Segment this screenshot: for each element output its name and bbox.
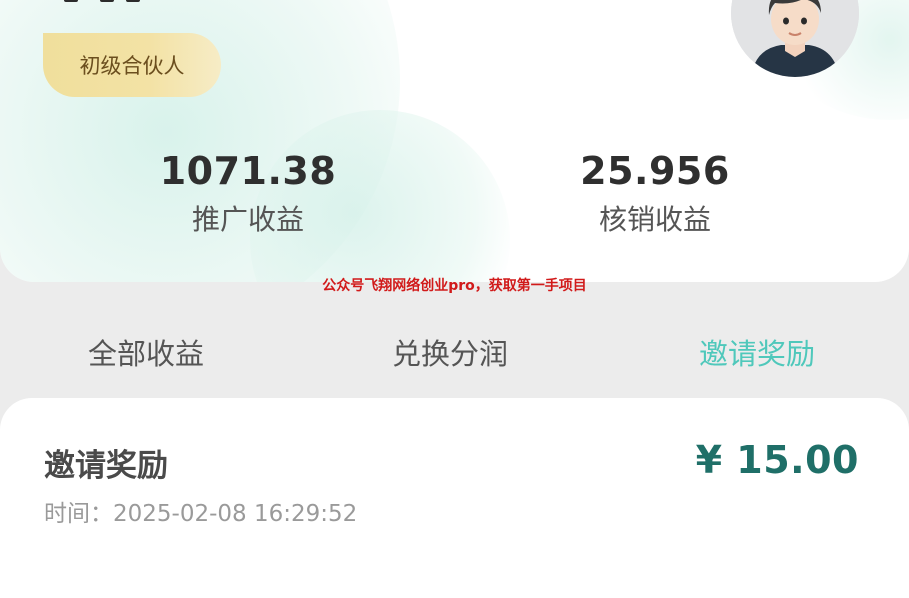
user-name-clipped <box>56 0 226 4</box>
earnings-tabs: 全部收益 兑换分润 邀请奖励 <box>0 325 909 385</box>
verification-earnings-value: 25.956 <box>580 149 730 193</box>
promotion-earnings-label: 推广收益 <box>191 203 304 236</box>
level-badge: 初级合伙人 <box>43 33 221 97</box>
tab-all-earnings[interactable]: 全部收益 <box>16 325 276 383</box>
tab-invite-rewards[interactable]: 邀请奖励 <box>627 325 887 383</box>
record-time: 时间：2025-02-08 16:29:52 <box>44 494 357 528</box>
record-amount: ¥ 15.00 <box>695 438 859 482</box>
record-list-item[interactable]: 邀请奖励 ¥ 15.00 时间：2025-02-08 16:29:52 <box>0 398 909 598</box>
promotion-earnings-value: 1071.38 <box>159 149 337 193</box>
watermark-text: 公众号飞翔网络创业pro，获取第一手项目 <box>322 278 587 294</box>
verification-earnings[interactable]: 25.956 核销收益 <box>525 148 785 240</box>
record-title: 邀请奖励 <box>44 448 168 484</box>
record-time-label: 时间： <box>44 501 113 527</box>
verification-earnings-label: 核销收益 <box>598 203 711 236</box>
earnings-summary-card: 初级合伙人 1071.38 推广收益 25.956 核销收益 <box>0 0 909 282</box>
tab-exchange-share[interactable]: 兑换分润 <box>320 325 580 383</box>
record-time-value: 2025-02-08 16:29:52 <box>113 501 358 527</box>
promotion-earnings[interactable]: 1071.38 推广收益 <box>118 148 378 240</box>
